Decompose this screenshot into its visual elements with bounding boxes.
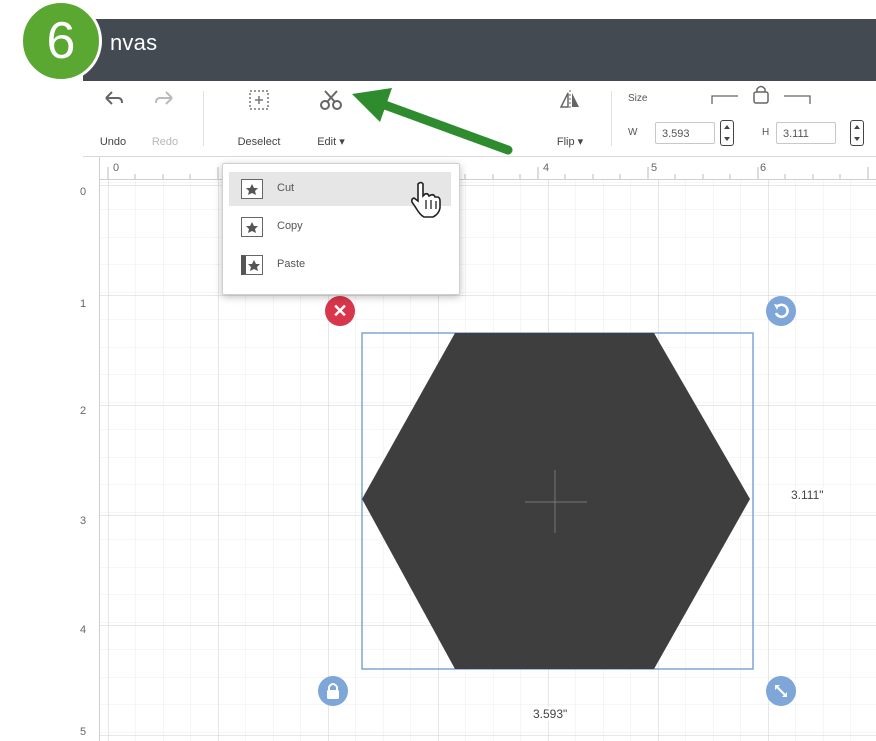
undo-button[interactable]: Undo	[91, 81, 135, 156]
ruler-top-label: 4	[543, 162, 550, 174]
toolbar-divider	[203, 91, 204, 146]
undo-icon	[105, 91, 123, 105]
paste-icon	[241, 255, 263, 275]
hexagon-shape[interactable]	[355, 325, 765, 680]
delete-icon: ✕	[332, 301, 348, 321]
rotate-icon	[774, 303, 789, 319]
height-stepper[interactable]	[850, 120, 864, 146]
resize-icon	[775, 685, 787, 697]
ruler-left-label: 4	[80, 624, 87, 636]
redo-button[interactable]: Redo	[143, 81, 187, 156]
flip-button[interactable]: Flip ▾	[543, 81, 597, 156]
menu-item-paste[interactable]: Paste	[229, 248, 451, 282]
width-measurement: 3.593"	[530, 707, 571, 721]
deselect-icon	[249, 90, 269, 110]
rotate-handle[interactable]	[766, 296, 796, 326]
ruler-top-label: 6	[760, 162, 767, 174]
annotation-arrow-icon	[352, 88, 513, 155]
lock-icon	[327, 683, 339, 699]
size-label: Size	[628, 93, 648, 104]
ruler-left-label: 5	[80, 726, 87, 738]
width-stepper[interactable]	[720, 120, 734, 146]
ruler-vertical	[75, 157, 100, 741]
ruler-left-label: 3	[80, 515, 87, 527]
ruler-left-label: 0	[80, 186, 87, 198]
hexagon-fill	[362, 333, 750, 669]
menu-item-label: Cut	[277, 182, 295, 194]
copy-icon	[241, 217, 263, 237]
lock-proportions-icon[interactable]	[710, 84, 820, 106]
height-letter: H	[762, 127, 770, 138]
pointer-hand-icon	[410, 181, 441, 218]
redo-label: Redo	[151, 136, 179, 148]
app-header	[83, 19, 876, 81]
flip-icon	[559, 90, 579, 110]
height-measurement: 3.111"	[788, 488, 827, 502]
lock-handle[interactable]	[318, 676, 348, 706]
undo-label: Undo	[99, 136, 127, 148]
flip-label: Flip ▾	[556, 136, 584, 148]
width-letter: W	[628, 127, 638, 138]
redo-icon	[155, 91, 173, 105]
height-input[interactable]: 3.111	[776, 122, 836, 144]
toolbar-divider	[611, 91, 612, 146]
deselect-label: Deselect	[237, 136, 281, 148]
ruler-left-label: 2	[80, 405, 87, 417]
menu-item-label: Paste	[277, 258, 306, 270]
cut-icon	[241, 179, 263, 199]
step-number-badge: 6	[20, 0, 102, 82]
ruler-top-label: 5	[651, 162, 658, 174]
delete-handle[interactable]: ✕	[325, 296, 355, 326]
resize-handle[interactable]	[766, 676, 796, 706]
width-input[interactable]: 3.593	[655, 122, 715, 144]
menu-item-label: Copy	[277, 220, 303, 232]
deselect-button[interactable]: Deselect	[229, 81, 289, 156]
ruler-left-label: 1	[80, 298, 87, 310]
header-title: nvas	[110, 30, 158, 55]
ruler-top-label: 0	[113, 162, 120, 174]
